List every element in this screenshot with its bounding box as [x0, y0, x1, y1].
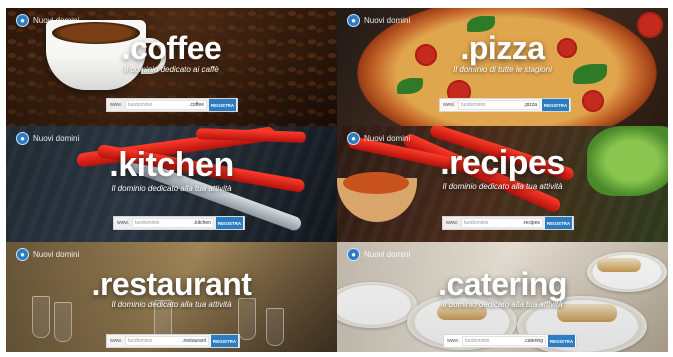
tld-title: .coffee: [121, 30, 222, 66]
domain-extension: .coffee: [189, 102, 204, 108]
brand-label: Nuovi domini: [364, 250, 411, 259]
nuovi-domini-logo-icon: ●: [16, 14, 29, 27]
www-prefix: www.: [110, 102, 122, 108]
tld-subtitle: Il dominio di tutte le stagioni: [453, 65, 552, 74]
brand-label: Nuovi domini: [364, 134, 411, 143]
tile-kitchen[interactable]: ● Nuovi domini .kitchen Il dominio dedic…: [6, 126, 337, 242]
brand-label: Nuovi domini: [33, 134, 80, 143]
tld-title: .recipes: [440, 144, 565, 182]
tile-coffee[interactable]: ● Nuovi domini .coffee Il dominio dedica…: [6, 8, 337, 126]
domain-search: www. tuodominio .recipes REGISTRA: [442, 216, 574, 230]
domain-input[interactable]: tuodominio .coffee: [124, 100, 207, 110]
nuovi-domini-logo-icon: ●: [347, 14, 360, 27]
tld-title: .pizza: [460, 30, 545, 66]
www-prefix: www.: [446, 220, 458, 226]
tile-pizza[interactable]: ● Nuovi domini .pizza Il dominio di tutt…: [337, 8, 668, 126]
domain-input[interactable]: tuodominio .kitchen: [131, 218, 214, 228]
tld-subtitle: Il dominio dedicato alla tua attività: [111, 184, 232, 193]
domain-search: www. tuodominio .restaurant REGISTRA: [106, 334, 240, 348]
tile-catering[interactable]: ● Nuovi domini .catering Il dominio dedi…: [337, 242, 668, 352]
tld-subtitle: Il dominio dedicato alla tua attività: [111, 300, 232, 309]
domain-extension: .restaurant: [182, 338, 206, 344]
domain-input[interactable]: tuodominio .pizza: [457, 100, 540, 110]
registra-button[interactable]: REGISTRA: [216, 217, 243, 229]
brand-label: Nuovi domini: [33, 16, 80, 25]
www-prefix: www.: [447, 338, 459, 344]
domain-placeholder: tuodominio: [464, 338, 490, 344]
domain-extension: .kitchen: [193, 220, 211, 226]
brand-label: Nuovi domini: [33, 250, 80, 259]
tomato-topping: [582, 90, 604, 112]
domain-input[interactable]: tuodominio .recipes: [460, 218, 543, 228]
domain-search: www. tuodominio .kitchen REGISTRA: [113, 216, 245, 230]
nuovi-domini-logo-icon: ●: [16, 132, 29, 145]
nuovi-domini-logo-icon: ●: [347, 248, 360, 261]
brand: ● Nuovi domini: [347, 248, 410, 261]
tile-restaurant[interactable]: ● Nuovi domini .restaurant Il dominio de…: [6, 242, 337, 352]
domain-search: www. tuodominio .coffee REGISTRA: [106, 98, 238, 112]
domain-input[interactable]: tuodominio .restaurant: [124, 336, 209, 346]
nuovi-domini-logo-icon: ●: [16, 248, 29, 261]
registra-button[interactable]: REGISTRA: [548, 335, 575, 347]
domain-placeholder: tuodominio: [463, 220, 489, 226]
tld-title: .restaurant: [91, 266, 252, 302]
www-prefix: www.: [443, 102, 455, 108]
registra-button[interactable]: REGISTRA: [542, 99, 569, 111]
domain-placeholder: tuodominio: [134, 220, 160, 226]
www-prefix: www.: [110, 338, 122, 344]
brand: ● Nuovi domini: [16, 14, 79, 27]
domain-extension: .pizza: [523, 102, 537, 108]
domain-input[interactable]: tuodominio .catering: [461, 336, 546, 346]
brand: ● Nuovi domini: [347, 14, 410, 27]
domain-search: www. tuodominio .pizza REGISTRA: [439, 98, 571, 112]
brand: ● Nuovi domini: [16, 248, 79, 261]
tld-title: .kitchen: [109, 146, 234, 184]
domain-placeholder: tuodominio: [127, 102, 153, 108]
registra-button[interactable]: REGISTRA: [211, 335, 238, 347]
tld-title: .catering: [438, 266, 567, 302]
registra-button[interactable]: REGISTRA: [209, 99, 236, 111]
tile-recipes[interactable]: ● Nuovi domini .recipes Il dominio dedic…: [337, 126, 668, 242]
brand-label: Nuovi domini: [364, 16, 411, 25]
domain-extension: .recipes: [522, 220, 540, 226]
tld-subtitle: Il dominio dedicato alla tua attività: [442, 300, 563, 309]
brand: ● Nuovi domini: [16, 132, 79, 145]
tld-subtitle: Il dominio dedicato ai caffè: [124, 65, 219, 74]
domain-search: www. tuodominio .catering REGISTRA: [443, 334, 577, 348]
www-prefix: www.: [117, 220, 129, 226]
tld-subtitle: Il dominio dedicato alla tua attività: [442, 182, 563, 191]
registra-button[interactable]: REGISTRA: [545, 217, 572, 229]
domain-placeholder: tuodominio: [460, 102, 486, 108]
domain-extension: .catering: [523, 338, 543, 344]
domain-placeholder: tuodominio: [127, 338, 153, 344]
